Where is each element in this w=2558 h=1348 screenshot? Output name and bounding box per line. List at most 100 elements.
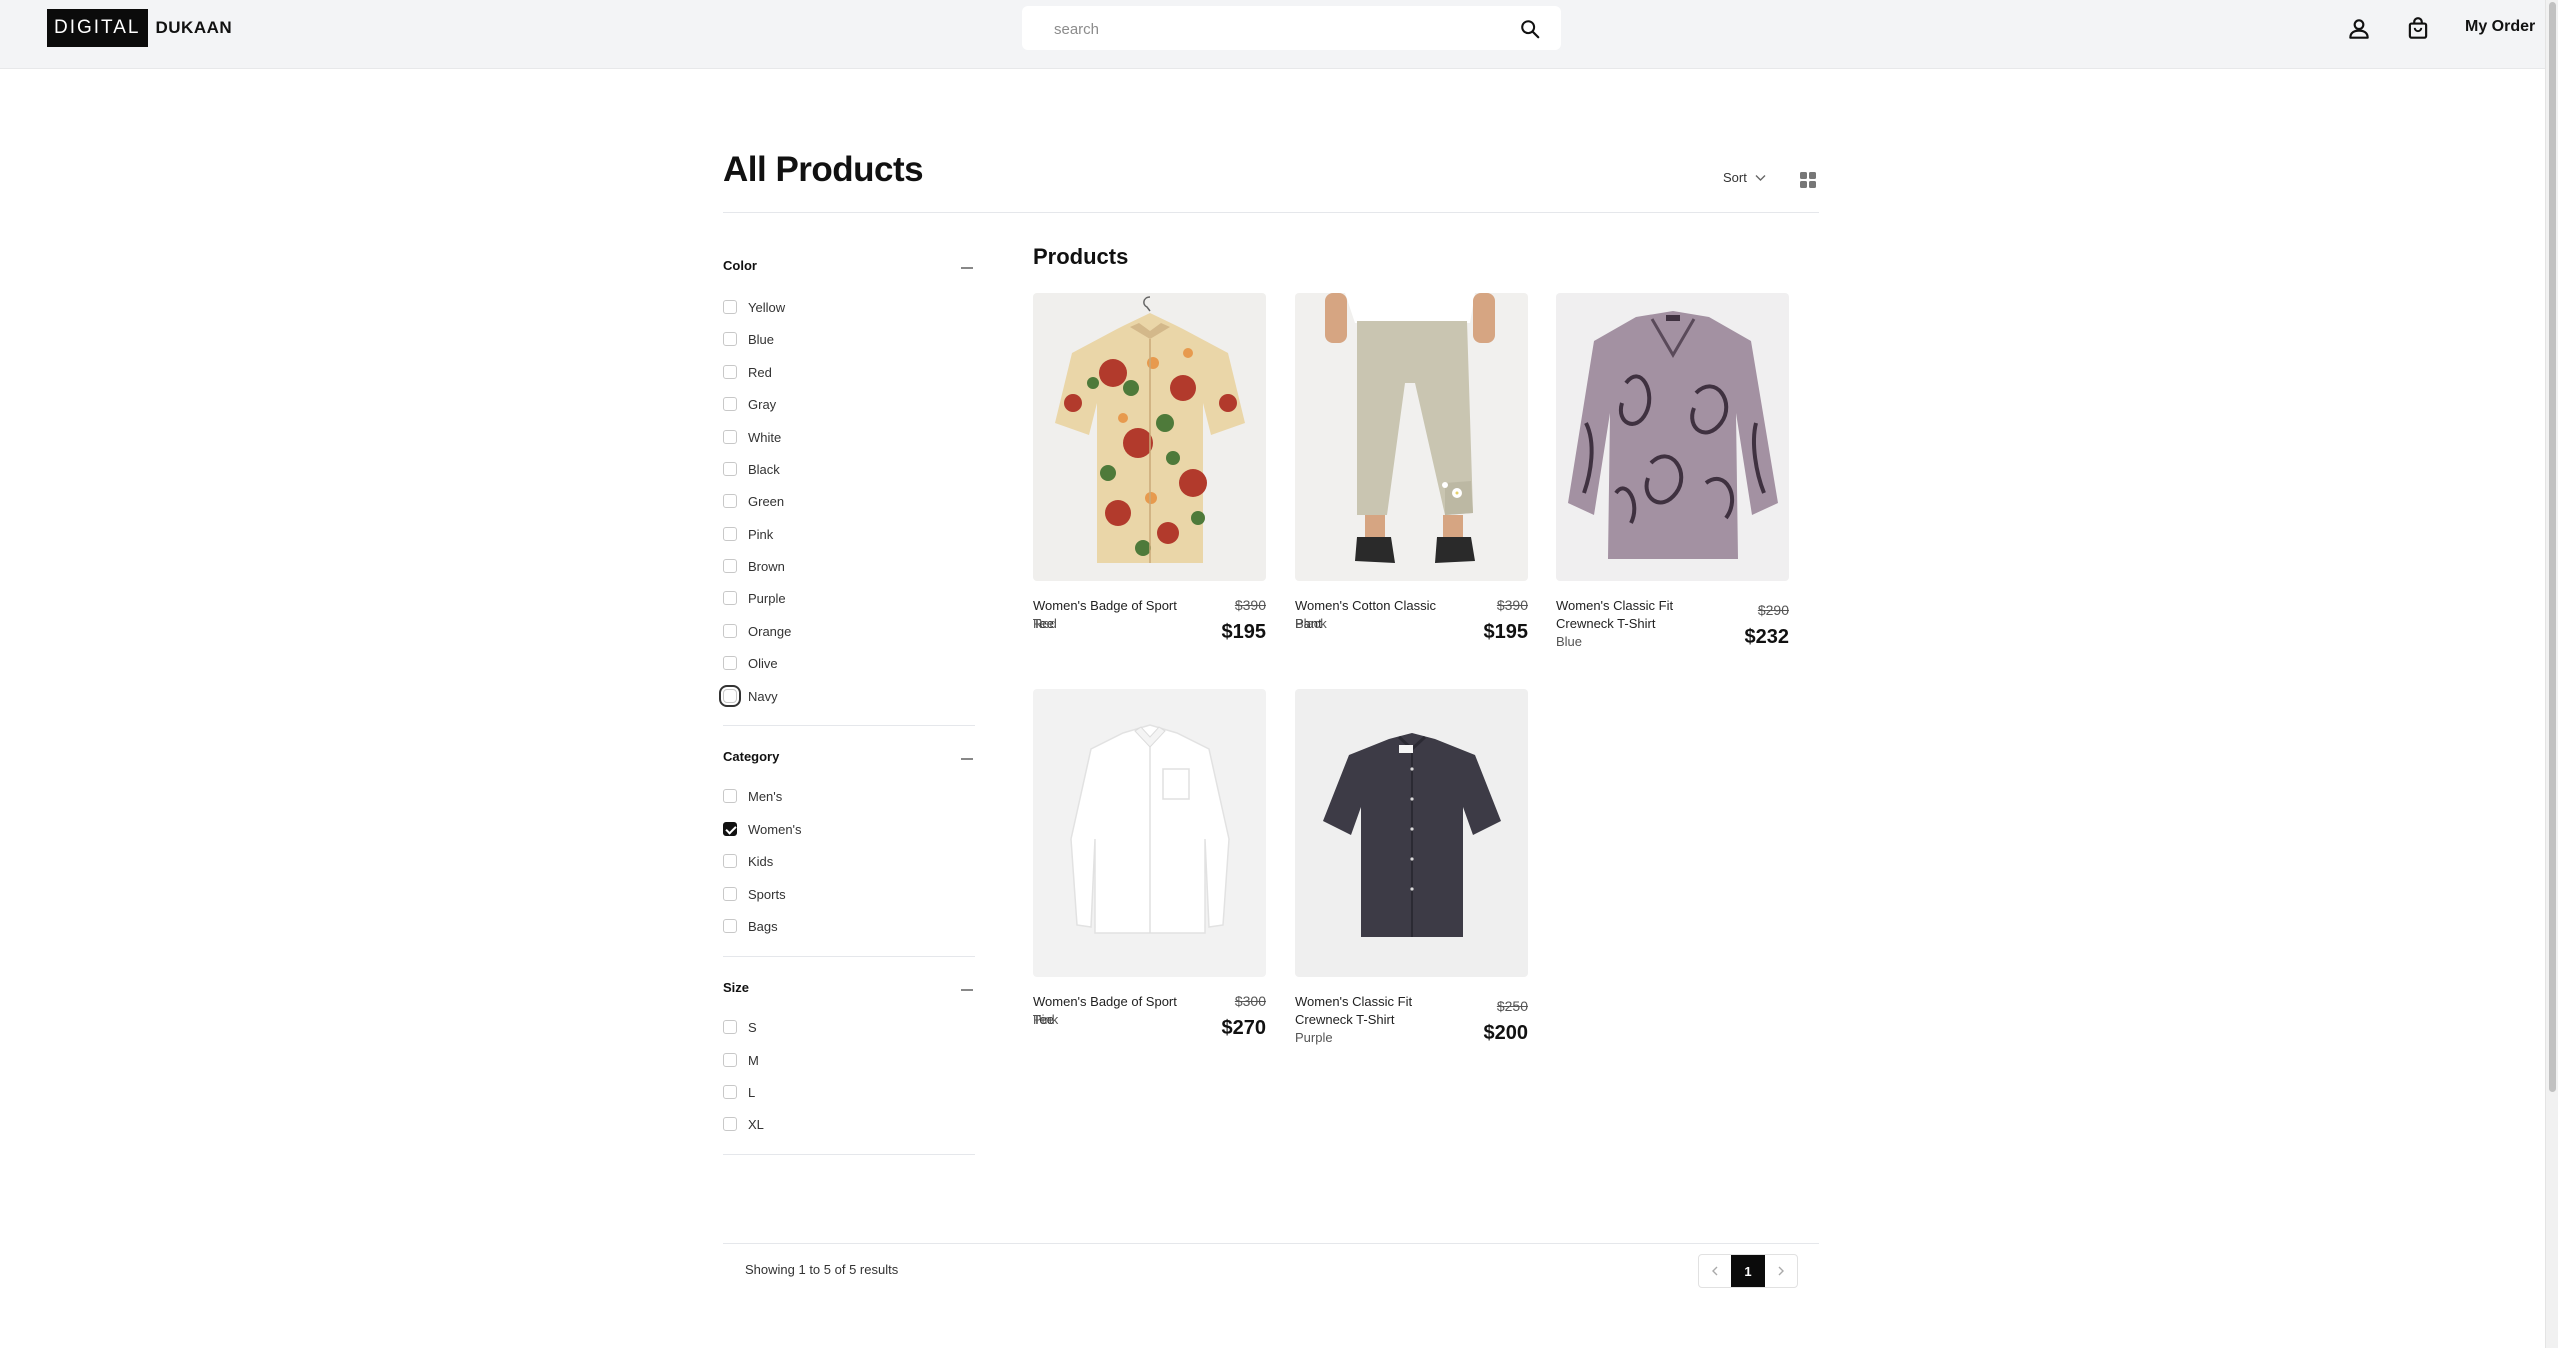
filter-category-header[interactable]: Category (723, 747, 975, 771)
page-button-current[interactable]: 1 (1731, 1255, 1765, 1287)
logo-wordmark: DUKAAN (155, 18, 233, 37)
chevron-right-icon[interactable] (1765, 1255, 1797, 1287)
checkbox[interactable] (723, 559, 737, 573)
filter-option-white[interactable]: White (723, 426, 975, 448)
product-name[interactable]: Women's Classic Fit Crewneck T-Shirt (1295, 993, 1460, 1029)
checkbox[interactable] (723, 919, 737, 933)
chevron-left-icon[interactable] (1699, 1255, 1731, 1287)
product-price: $195 (1483, 621, 1529, 643)
checkbox[interactable] (719, 685, 741, 707)
vertical-scrollbar[interactable] (2545, 0, 2558, 1348)
filter-option-mens[interactable]: Men's (723, 785, 975, 807)
option-label: M (748, 1053, 759, 1068)
filter-category: Category Men's Women's Kids Sports Bags (723, 747, 975, 957)
option-label: Navy (748, 689, 778, 704)
scrollbar-thumb[interactable] (2549, 2, 2556, 1092)
checkbox[interactable] (723, 887, 737, 901)
checkbox[interactable] (723, 789, 737, 803)
checkbox[interactable] (723, 462, 737, 476)
product-card[interactable]: Women's Classic Fit Crewneck T-Shirt Blu… (1556, 293, 1789, 653)
product-price: $200 (1483, 1022, 1529, 1044)
option-label: Blue (748, 332, 775, 347)
checkbox[interactable] (723, 624, 737, 638)
checkbox[interactable] (723, 430, 737, 444)
option-label: Gray (748, 397, 777, 412)
filter-size-header[interactable]: Size (723, 978, 975, 1002)
option-label: Men's (748, 789, 783, 804)
product-image-paisley-blouse[interactable] (1556, 293, 1789, 581)
filter-option-black[interactable]: Black (723, 458, 975, 480)
shopping-bag-icon[interactable] (2405, 16, 2431, 42)
option-label: Kids (748, 854, 774, 869)
product-card[interactable]: Women's Badge of Sport Tee Red $390 $195 (1033, 293, 1266, 653)
product-color: Purple (1295, 1030, 1333, 1045)
product-image-dark-shirt[interactable] (1295, 689, 1528, 977)
product-name[interactable]: Women's Badge of Sport Tee (1033, 597, 1198, 633)
filter-option-green[interactable]: Green (723, 490, 975, 512)
checkbox[interactable] (723, 397, 737, 411)
filter-color-header[interactable]: Color (723, 256, 975, 280)
option-label: Sports (748, 887, 786, 902)
filter-option-s[interactable]: S (723, 1016, 975, 1038)
collapse-minus-icon[interactable] (961, 989, 973, 991)
checkbox[interactable] (723, 527, 737, 541)
brand-logo[interactable]: DIGITAL DUKAAN (47, 9, 233, 47)
checkbox[interactable] (723, 1085, 737, 1099)
filter-option-purple[interactable]: Purple (723, 587, 975, 609)
checkbox[interactable] (723, 494, 737, 508)
filter-option-navy[interactable]: Navy (719, 685, 975, 707)
filter-option-olive[interactable]: Olive (723, 652, 975, 674)
product-image-white-shirt[interactable] (1033, 689, 1266, 977)
checkbox[interactable] (723, 854, 737, 868)
grid-view-icon[interactable] (1799, 171, 1817, 189)
filter-option-xl[interactable]: XL (723, 1113, 975, 1135)
checkbox[interactable] (723, 822, 737, 836)
filter-option-pink[interactable]: Pink (723, 523, 975, 545)
filter-option-kids[interactable]: Kids (723, 850, 975, 872)
checkbox[interactable] (723, 591, 737, 605)
checkbox[interactable] (723, 656, 737, 670)
collapse-minus-icon[interactable] (961, 267, 973, 269)
filter-option-blue[interactable]: Blue (723, 328, 975, 350)
checkbox[interactable] (723, 1053, 737, 1067)
search-input[interactable] (1052, 14, 1496, 44)
option-label: S (748, 1020, 757, 1035)
product-price: $270 (1221, 1017, 1267, 1039)
product-color: Pink (1033, 1012, 1059, 1027)
sort-label: Sort (1723, 170, 1747, 185)
product-card[interactable]: Women's Classic Fit Crewneck T-Shirt Pur… (1295, 689, 1528, 1049)
product-name[interactable]: Women's Classic Fit Crewneck T-Shirt (1556, 597, 1721, 633)
sort-dropdown[interactable]: Sort (1723, 170, 1766, 185)
checkbox[interactable] (723, 1020, 737, 1034)
filter-option-yellow[interactable]: Yellow (723, 296, 975, 318)
product-image-floral-shirt[interactable] (1033, 293, 1266, 581)
search-bar (1022, 6, 1561, 50)
filter-size-title: Size (723, 980, 750, 995)
my-order-link[interactable]: My Order (2465, 18, 2535, 36)
checkbox[interactable] (723, 300, 737, 314)
collapse-minus-icon[interactable] (961, 758, 973, 760)
checkbox[interactable] (723, 365, 737, 379)
user-icon[interactable] (2346, 16, 2372, 42)
checkbox[interactable] (723, 332, 737, 346)
filter-option-orange[interactable]: Orange (723, 620, 975, 642)
filter-option-m[interactable]: M (723, 1049, 975, 1071)
product-image-linen-pants[interactable] (1295, 293, 1528, 581)
product-price: $232 (1744, 626, 1790, 648)
checkbox[interactable] (723, 1117, 737, 1131)
products-heading: Products (1033, 244, 1129, 269)
product-card[interactable]: Women's Badge of Sport Tee Pink $300 $27… (1033, 689, 1266, 1049)
filter-option-brown[interactable]: Brown (723, 555, 975, 577)
filter-option-l[interactable]: L (723, 1081, 975, 1103)
option-label: L (748, 1085, 756, 1100)
filter-option-gray[interactable]: Gray (723, 393, 975, 415)
search-icon[interactable] (1519, 18, 1541, 40)
filter-option-red[interactable]: Red (723, 361, 975, 383)
product-card[interactable]: Women's Cotton Classic Pant Black $390 $… (1295, 293, 1528, 653)
filter-option-bags[interactable]: Bags (723, 915, 975, 937)
option-label: Yellow (748, 300, 786, 315)
divider (723, 956, 975, 957)
filter-option-sports[interactable]: Sports (723, 883, 975, 905)
chevron-down-icon (1755, 174, 1766, 181)
filter-option-womens[interactable]: Women's (723, 818, 975, 840)
